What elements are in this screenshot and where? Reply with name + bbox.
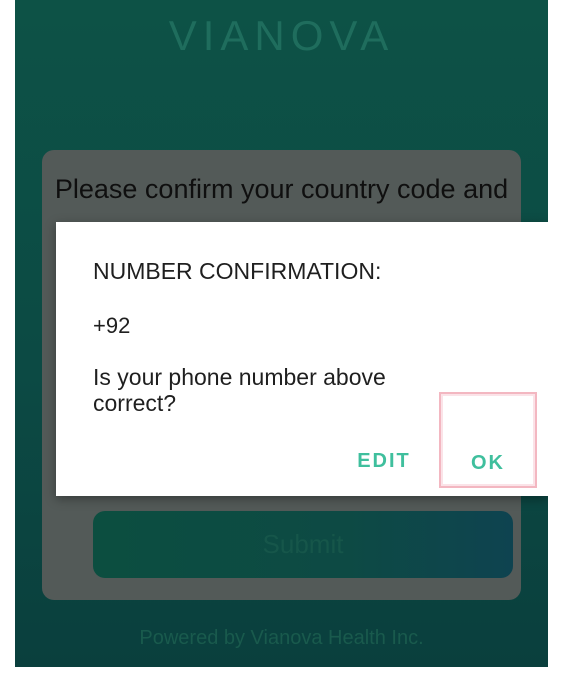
number-confirmation-dialog: NUMBER CONFIRMATION: +92 Is your phone n… <box>56 222 548 496</box>
edit-button[interactable]: EDIT <box>344 448 424 474</box>
app-screen: VIANOVA Please confirm your country code… <box>15 0 548 667</box>
dialog-title: NUMBER CONFIRMATION: <box>93 258 382 284</box>
submit-button[interactable]: Submit <box>93 511 513 578</box>
ok-button[interactable]: OK <box>439 392 537 488</box>
app-logo-text: VIANOVA <box>168 12 395 59</box>
card-heading: Please confirm your country code and <box>54 175 509 204</box>
dialog-question: Is your phone number above correct? <box>93 364 386 416</box>
phone-number-value: +92 <box>93 313 131 338</box>
footer-text: Powered by Vianova Health Inc. <box>139 627 424 649</box>
